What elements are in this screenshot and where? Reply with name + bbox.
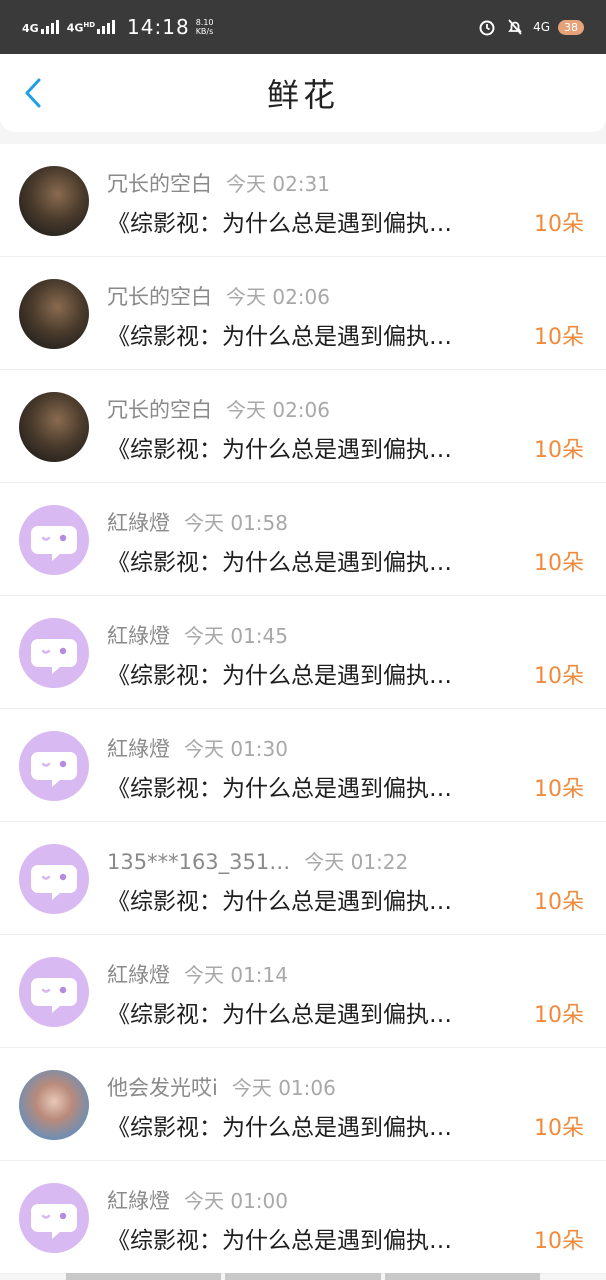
chat-bubble-icon <box>19 1204 89 1253</box>
list-item[interactable]: 冗长的空白 今天 02:06 《综影视：为什么总是遇到偏执… 10朵 <box>0 257 606 370</box>
gift-time: 今天 01:45 <box>184 624 288 648</box>
bottom-indicator <box>66 1273 540 1280</box>
header: 鲜花 <box>0 54 606 132</box>
alarm-icon <box>477 17 497 37</box>
list-item[interactable]: 紅綠燈 今天 01:14 《综影视：为什么总是遇到偏执… 10朵 <box>0 935 606 1048</box>
flower-list: 冗长的空白 今天 02:31 《综影视：为什么总是遇到偏执… 10朵 冗长的空白 今天 0… <box>0 144 606 1274</box>
back-button[interactable] <box>16 76 50 110</box>
book-title[interactable]: 《综影视：为什么总是遇到偏执… <box>107 882 527 916</box>
chat-bubble-icon <box>19 639 89 688</box>
book-title[interactable]: 《综影视：为什么总是遇到偏执… <box>107 769 527 803</box>
flower-count: 10朵 <box>534 777 584 802</box>
sim1-label: 4G <box>22 22 39 35</box>
gift-time: 今天 02:31 <box>226 172 330 196</box>
gift-time: 今天 01:58 <box>184 511 288 535</box>
avatar[interactable] <box>19 505 89 575</box>
gift-time: 今天 02:06 <box>226 398 330 422</box>
gift-time: 今天 01:00 <box>184 1189 288 1213</box>
sender-info: 他会发光哎i 今天 01:06 <box>107 1072 336 1102</box>
avatar[interactable] <box>19 1183 89 1253</box>
status-right: 4G 38 <box>477 17 584 37</box>
gift-time: 今天 01:14 <box>184 963 288 987</box>
sender-nickname[interactable]: 紅綠燈 <box>107 959 170 989</box>
sender-nickname[interactable]: 紅綠燈 <box>107 733 170 763</box>
chevron-left-icon <box>25 78 41 108</box>
book-title[interactable]: 《综影视：为什么总是遇到偏执… <box>107 317 527 351</box>
flower-count: 10朵 <box>534 1229 584 1254</box>
sender-nickname[interactable]: 冗长的空白 <box>107 281 212 311</box>
sender-nickname[interactable]: 冗长的空白 <box>107 168 212 198</box>
chat-bubble-icon <box>19 865 89 914</box>
sender-nickname[interactable]: 紅綠燈 <box>107 620 170 650</box>
sender-info: 冗长的空白 今天 02:06 <box>107 281 330 311</box>
gift-time: 今天 01:22 <box>304 850 409 874</box>
flower-count: 10朵 <box>534 212 584 237</box>
sender-info: 冗长的空白 今天 02:31 <box>107 168 330 198</box>
flower-count: 10朵 <box>534 325 584 350</box>
list-item[interactable]: 紅綠燈 今天 01:00 《综影视：为什么总是遇到偏执… 10朵 <box>0 1161 606 1274</box>
sender-info: 紅綠燈 今天 01:45 <box>107 620 288 650</box>
sender-info: 紅綠燈 今天 01:14 <box>107 959 288 989</box>
flower-count: 10朵 <box>534 664 584 689</box>
network-type: 4G <box>533 20 550 34</box>
flower-count: 10朵 <box>534 551 584 576</box>
flower-count: 10朵 <box>534 1003 584 1028</box>
sender-info: 135***163_351… 今天 01:22 <box>107 846 408 875</box>
list-item[interactable]: 冗长的空白 今天 02:06 《综影视：为什么总是遇到偏执… 10朵 <box>0 370 606 483</box>
sender-nickname[interactable]: 紅綠燈 <box>107 507 170 537</box>
chat-bubble-icon <box>19 978 89 1027</box>
list-item[interactable]: 135***163_351… 今天 01:22 《综影视：为什么总是遇到偏执… 10朵 <box>0 822 606 935</box>
list-item[interactable]: 紅綠燈 今天 01:30 《综影视：为什么总是遇到偏执… 10朵 <box>0 709 606 822</box>
flower-count: 10朵 <box>534 438 584 463</box>
status-bar: 4G 4GHD 14:18 8.10 KB/s 4G 38 <box>0 0 606 54</box>
sender-info: 紅綠燈 今天 01:58 <box>107 507 288 537</box>
gift-time: 今天 02:06 <box>226 285 330 309</box>
book-title[interactable]: 《综影视：为什么总是遇到偏执… <box>107 204 527 238</box>
book-title[interactable]: 《综影视：为什么总是遇到偏执… <box>107 1108 527 1142</box>
book-title[interactable]: 《综影视：为什么总是遇到偏执… <box>107 656 527 690</box>
avatar[interactable] <box>19 279 89 349</box>
flower-count: 10朵 <box>534 1116 584 1141</box>
sender-info: 紅綠燈 今天 01:00 <box>107 1185 288 1215</box>
gift-time: 今天 01:06 <box>231 1076 336 1100</box>
network-speed: 8.10 KB/s <box>195 18 214 36</box>
avatar[interactable] <box>19 957 89 1027</box>
chat-bubble-icon <box>19 752 89 801</box>
sender-nickname[interactable]: 135***163_351… <box>107 850 290 874</box>
list-item[interactable]: 他会发光哎i 今天 01:06 《综影视：为什么总是遇到偏执… 10朵 <box>0 1048 606 1161</box>
book-title[interactable]: 《综影视：为什么总是遇到偏执… <box>107 1221 527 1255</box>
sender-nickname[interactable]: 冗长的空白 <box>107 394 212 424</box>
sender-info: 冗长的空白 今天 02:06 <box>107 394 330 424</box>
avatar[interactable] <box>19 844 89 914</box>
signal-sim2: 4GHD <box>66 20 116 35</box>
signal-bars-icon <box>97 20 116 34</box>
avatar[interactable] <box>19 1070 89 1140</box>
clock: 14:18 <box>127 15 190 39</box>
list-item[interactable]: 冗长的空白 今天 02:31 《综影视：为什么总是遇到偏执… 10朵 <box>0 144 606 257</box>
bell-off-icon <box>505 17 525 37</box>
book-title[interactable]: 《综影视：为什么总是遇到偏执… <box>107 995 527 1029</box>
page-title: 鲜花 <box>266 76 339 114</box>
signal-sim1: 4G <box>22 20 59 34</box>
flower-count: 10朵 <box>534 890 584 915</box>
book-title[interactable]: 《综影视：为什么总是遇到偏执… <box>107 430 527 464</box>
battery-indicator: 38 <box>558 19 584 35</box>
signal-bars-icon <box>40 20 59 34</box>
list-item[interactable]: 紅綠燈 今天 01:58 《综影视：为什么总是遇到偏执… 10朵 <box>0 483 606 596</box>
sim2-label: 4GHD <box>66 21 96 35</box>
avatar[interactable] <box>19 731 89 801</box>
list-item[interactable]: 紅綠燈 今天 01:45 《综影视：为什么总是遇到偏执… 10朵 <box>0 596 606 709</box>
gift-time: 今天 01:30 <box>184 737 288 761</box>
avatar[interactable] <box>19 392 89 462</box>
chat-bubble-icon <box>19 526 89 575</box>
sender-nickname[interactable]: 紅綠燈 <box>107 1185 170 1215</box>
avatar[interactable] <box>19 166 89 236</box>
sender-nickname[interactable]: 他会发光哎i <box>107 1072 218 1102</box>
book-title[interactable]: 《综影视：为什么总是遇到偏执… <box>107 543 527 577</box>
sender-info: 紅綠燈 今天 01:30 <box>107 733 288 763</box>
avatar[interactable] <box>19 618 89 688</box>
